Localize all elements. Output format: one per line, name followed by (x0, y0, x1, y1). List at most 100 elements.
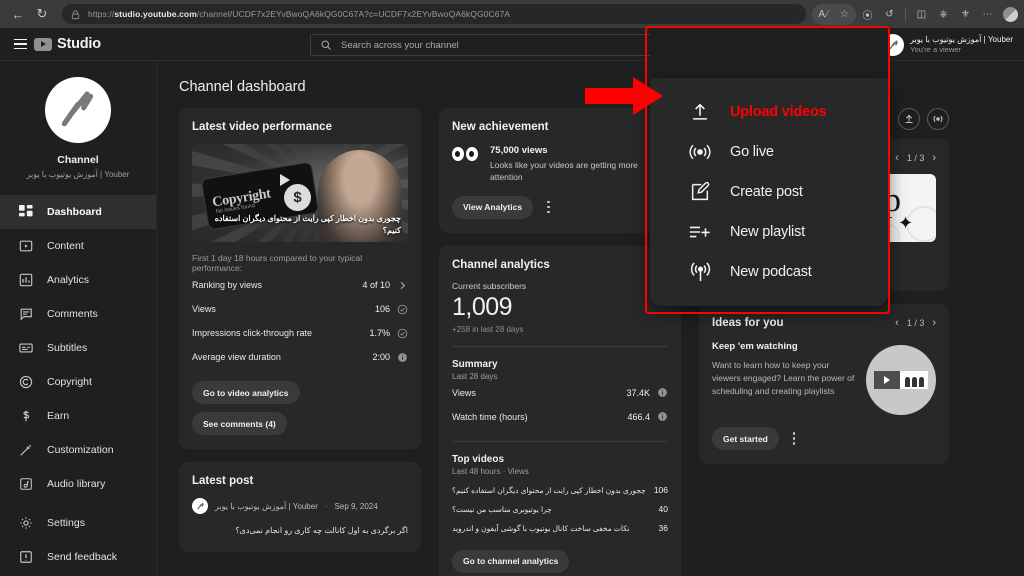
sidebar-item-copyright[interactable]: Copyright (0, 365, 156, 399)
create-menu-item-new-podcast[interactable]: New podcast (650, 252, 888, 292)
collections-icon[interactable]: ⎈ (933, 4, 954, 25)
metric-row[interactable]: Impressions click-through rate 1.7% (192, 321, 408, 345)
back-arrow-icon[interactable]: ← (6, 3, 30, 25)
youtube-play-badge-icon (34, 37, 52, 51)
search-icon (321, 40, 331, 50)
metric-label: Views (192, 304, 216, 314)
chevron-left-icon[interactable]: ‹ (895, 317, 899, 329)
achievement-description: Looks like your videos are getting more … (490, 160, 638, 183)
more-options-icon[interactable]: ⋯ (977, 4, 998, 25)
top-video-row[interactable]: نکات مخفی ساخت کانال یوتیوب با گوشی آیفو… (452, 519, 668, 538)
sidebar-item-subtitles[interactable]: Subtitles (0, 331, 156, 365)
favorite-star-icon[interactable]: ☆ (834, 4, 855, 25)
more-options-kebab-icon[interactable] (788, 428, 801, 449)
see-comments-button[interactable]: See comments (4) (192, 412, 287, 435)
copilot-icon[interactable]: ⦿ (857, 4, 878, 25)
channel-avatar-logo (45, 77, 111, 143)
upload-circle-icon[interactable] (898, 108, 920, 130)
sidebar-item-send-feedback[interactable]: Send feedback (0, 540, 156, 574)
thumbnail-overlay-title: چجوری بدون اخطار کپی رایت از محتوای دیگر… (214, 214, 401, 235)
top-video-row[interactable]: چرا یوتیوبری مناسب من نیست؟ 40 (452, 500, 668, 519)
top-video-views: 40 (658, 504, 668, 515)
dropdown-header-mask (650, 28, 888, 78)
summary-value: 37.4K (626, 387, 650, 398)
browser-essentials-icon[interactable]: ⚜ (955, 4, 976, 25)
sidebar-item-comments[interactable]: Comments (0, 297, 156, 331)
metric-row[interactable]: Views 106 (192, 297, 408, 321)
account-role: You're a viewer (910, 45, 961, 55)
studio-logo[interactable]: Studio (34, 36, 101, 52)
video-thumbnail[interactable]: Copyright No issues found $ چجوری بدون ا… (192, 144, 408, 242)
new-podcast-antenna-icon (688, 260, 712, 284)
sidebar-item-content[interactable]: Content (0, 229, 156, 263)
metric-label: Average view duration (192, 352, 281, 362)
main-content: Channel dashboard Latest video performan… (157, 61, 1024, 576)
go-to-channel-analytics-button[interactable]: Go to channel analytics (452, 549, 570, 573)
top-video-views: 106 (653, 485, 668, 496)
chevron-right-icon[interactable]: › (932, 317, 936, 329)
history-icon[interactable]: ↺ (879, 4, 900, 25)
dashboard-column-left: Latest video performance Copyright No is… (179, 108, 421, 565)
playlist-audience-illustration (866, 345, 936, 415)
sidebar-item-settings[interactable]: Settings (0, 506, 156, 540)
sparkle-icon: ✦ (898, 213, 914, 233)
chevron-right-icon (400, 281, 406, 289)
sidebar-item-label: Comments (47, 308, 98, 320)
check-circle-icon (397, 304, 408, 314)
top-video-views: 36 (658, 523, 668, 534)
metric-row[interactable]: Average view duration 2:00 (192, 345, 408, 369)
sidebar-item-label: Send feedback (47, 551, 118, 563)
search-input[interactable]: Search across your channel (310, 34, 660, 56)
profile-avatar[interactable] (1003, 6, 1018, 22)
go-to-video-analytics-button[interactable]: Go to video analytics (192, 381, 300, 404)
sidebar-item-dashboard[interactable]: Dashboard (0, 195, 156, 229)
more-options-kebab-icon[interactable] (542, 197, 555, 218)
search-container[interactable]: Search across your channel (310, 34, 660, 56)
create-menu-item-create-post[interactable]: Create post (650, 172, 888, 212)
hamburger-menu-icon[interactable] (0, 38, 34, 50)
metric-label: Impressions click-through rate (192, 328, 313, 338)
sidebar-bottom-nav: Settings Send feedback (0, 506, 156, 576)
dashboard-grid-icon (18, 205, 33, 220)
carousel-position: 1 / 3 (906, 318, 925, 328)
search-placeholder: Search across your channel (341, 39, 459, 51)
account-menu[interactable]: Youber | آموزش یوتیوب با یوبر You're a v… (877, 31, 1018, 59)
metric-value: 106 (374, 304, 390, 314)
reload-icon[interactable]: ↻ (30, 3, 54, 25)
avatar (192, 498, 208, 514)
top-video-row[interactable]: چجوری بدون اخطار کپی رایت از محتوای دیگر… (452, 481, 668, 500)
create-menu-item-upload-videos[interactable]: Upload videos (650, 92, 888, 132)
create-menu-item-go-live[interactable]: Go live (650, 132, 888, 172)
metric-value: 2:00 (372, 352, 390, 362)
metric-row[interactable]: Ranking by views 4 of 10 (192, 273, 408, 297)
sidebar-item-customization[interactable]: Customization (0, 433, 156, 467)
sidebar-item-earn[interactable]: Earn (0, 399, 156, 433)
ideas-body-text: Want to learn how to keep your viewers e… (712, 360, 855, 397)
comparison-text: First 1 day 18 hours compared to your ty… (192, 253, 363, 273)
create-menu-item-new-playlist[interactable]: New playlist (650, 212, 888, 252)
divider (452, 345, 668, 347)
send-feedback-icon (18, 550, 33, 565)
get-started-button[interactable]: Get started (712, 427, 779, 450)
chevron-right-icon[interactable]: › (932, 152, 936, 164)
summary-row[interactable]: Views 37.4K (452, 381, 668, 405)
red-pointer-arrow (585, 77, 663, 115)
sidebar-item-audio-library[interactable]: Audio library (0, 467, 156, 501)
subscribers-value: 1,009 (452, 292, 513, 321)
sidebar-item-label: Settings (47, 517, 85, 529)
address-bar[interactable]: https://studio.youtube.com/channel/UCDF7… (62, 4, 806, 24)
check-circle-icon (397, 328, 408, 338)
sidebar-item-label: Earn (47, 410, 70, 422)
summary-row[interactable]: Watch time (hours) 466.4 (452, 405, 668, 429)
copyright-icon (18, 375, 33, 390)
sidebar-channel-block[interactable]: Channel Youber | آموزش یوتیوب با یوبر (0, 61, 156, 191)
sidebar-item-analytics[interactable]: Analytics (0, 263, 156, 297)
content-video-icon (18, 239, 33, 254)
create-menu-item-label: New playlist (730, 224, 805, 240)
go-live-circle-icon[interactable] (927, 108, 949, 130)
split-screen-icon[interactable]: ◫ (911, 4, 932, 25)
earn-dollar-icon (18, 409, 33, 424)
read-aloud-icon[interactable]: A ╱ (813, 4, 834, 25)
view-analytics-button[interactable]: View Analytics (452, 195, 534, 219)
chevron-left-icon[interactable]: ‹ (895, 152, 899, 164)
